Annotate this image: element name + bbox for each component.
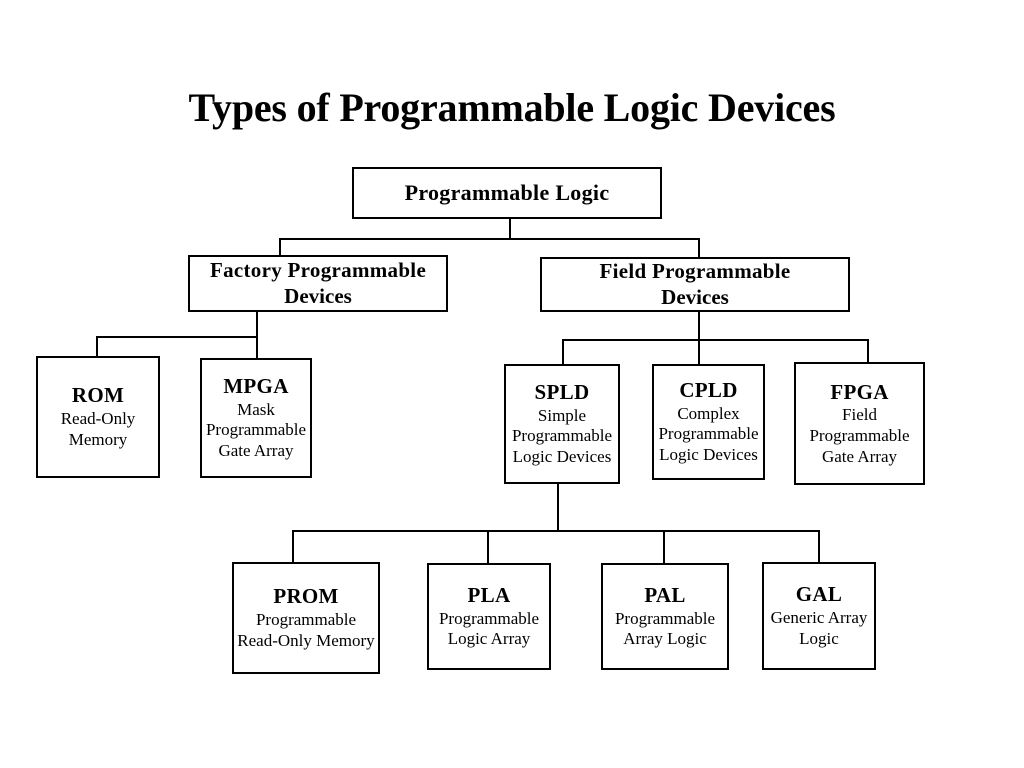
node-desc-line: Field: [842, 405, 877, 425]
node-desc-line: Simple: [537, 405, 587, 425]
node-desc-line: Programmable: [658, 424, 759, 444]
edge-level1-bus: [279, 238, 700, 240]
node-desc-line: Programmable: [205, 420, 307, 440]
edge-spld-to-pal: [663, 530, 665, 563]
node-label: Field Programmable: [599, 258, 791, 283]
node-desc-line: Devices: [284, 283, 352, 308]
node-desc-line: Devices: [661, 284, 729, 309]
slide-canvas: Types of Programmable Logic Devices Prog…: [0, 0, 1024, 768]
node-label: PLA: [467, 582, 511, 607]
node-cpld[interactable]: CPLD Complex Programmable Logic Devices: [652, 364, 765, 480]
node-desc-line: Array Logic: [623, 629, 707, 649]
edge-factory-to-mpga: [256, 336, 258, 359]
node-desc-line: Memory: [68, 429, 128, 449]
node-label: CPLD: [679, 378, 738, 403]
node-desc-line: Read-Only: [60, 409, 136, 429]
edge-factory-to-rom: [96, 336, 98, 357]
edge-factory-stem: [256, 312, 258, 337]
edge-spld-to-gal: [818, 530, 820, 563]
node-desc-line: Logic Array: [447, 629, 531, 649]
node-label: MPGA: [223, 374, 289, 399]
node-factory-programmable-devices[interactable]: Factory Programmable Devices: [188, 255, 448, 312]
node-desc-line: Gate Array: [821, 446, 898, 466]
node-spld[interactable]: SPLD Simple Programmable Logic Devices: [504, 364, 620, 484]
node-desc-line: Programmable: [614, 608, 716, 628]
node-label: GAL: [795, 582, 843, 607]
edge-field-to-fpga: [867, 339, 869, 363]
node-desc-line: Logic Devices: [512, 447, 612, 467]
edge-root-stem: [509, 219, 511, 239]
node-desc-line: Programmable: [809, 425, 910, 445]
node-desc-line: Programmable: [511, 426, 613, 446]
node-desc-line: Mask: [237, 399, 275, 419]
node-desc-line: Complex: [677, 403, 740, 423]
node-prom[interactable]: PROM Programmable Read-Only Memory: [232, 562, 380, 674]
edge-root-to-field: [698, 238, 700, 259]
node-desc-line: Logic Devices: [659, 445, 758, 465]
node-fpga[interactable]: FPGA Field Programmable Gate Array: [794, 362, 925, 485]
edge-field-bus: [562, 339, 869, 341]
node-label: FPGA: [830, 379, 889, 404]
node-rom[interactable]: ROM Read-Only Memory: [36, 356, 160, 478]
node-label: Factory Programmable: [209, 257, 427, 282]
edge-spld-stem: [557, 484, 559, 532]
edge-root-to-factory: [279, 238, 281, 256]
node-pla[interactable]: PLA Programmable Logic Array: [427, 563, 551, 670]
node-desc-line: Logic: [799, 628, 839, 648]
node-desc-line: Programmable: [255, 610, 357, 630]
edge-spld-to-pla: [487, 530, 489, 563]
node-desc-line: Read-Only Memory: [237, 630, 375, 650]
node-desc-line: Programmable: [438, 608, 540, 628]
node-pal[interactable]: PAL Programmable Array Logic: [601, 563, 729, 670]
edge-field-to-spld: [562, 339, 564, 365]
node-label: PAL: [644, 582, 686, 607]
edge-field-to-cpld: [698, 339, 700, 365]
node-field-programmable-devices[interactable]: Field Programmable Devices: [540, 257, 850, 312]
page-title: Types of Programmable Logic Devices: [188, 85, 836, 130]
node-label: Programmable Logic: [404, 179, 610, 205]
node-mpga[interactable]: MPGA Mask Programmable Gate Array: [200, 358, 312, 478]
edge-spld-bus: [292, 530, 819, 532]
node-label: PROM: [273, 584, 339, 609]
node-programmable-logic[interactable]: Programmable Logic: [352, 167, 662, 219]
node-desc-line: Generic Array: [770, 608, 868, 628]
node-label: SPLD: [534, 380, 590, 405]
node-gal[interactable]: GAL Generic Array Logic: [762, 562, 876, 670]
edge-spld-to-prom: [292, 530, 294, 563]
node-label: ROM: [71, 383, 125, 408]
edge-field-stem: [698, 312, 700, 341]
edge-factory-bus: [96, 336, 258, 338]
node-desc-line: Gate Array: [218, 441, 294, 461]
